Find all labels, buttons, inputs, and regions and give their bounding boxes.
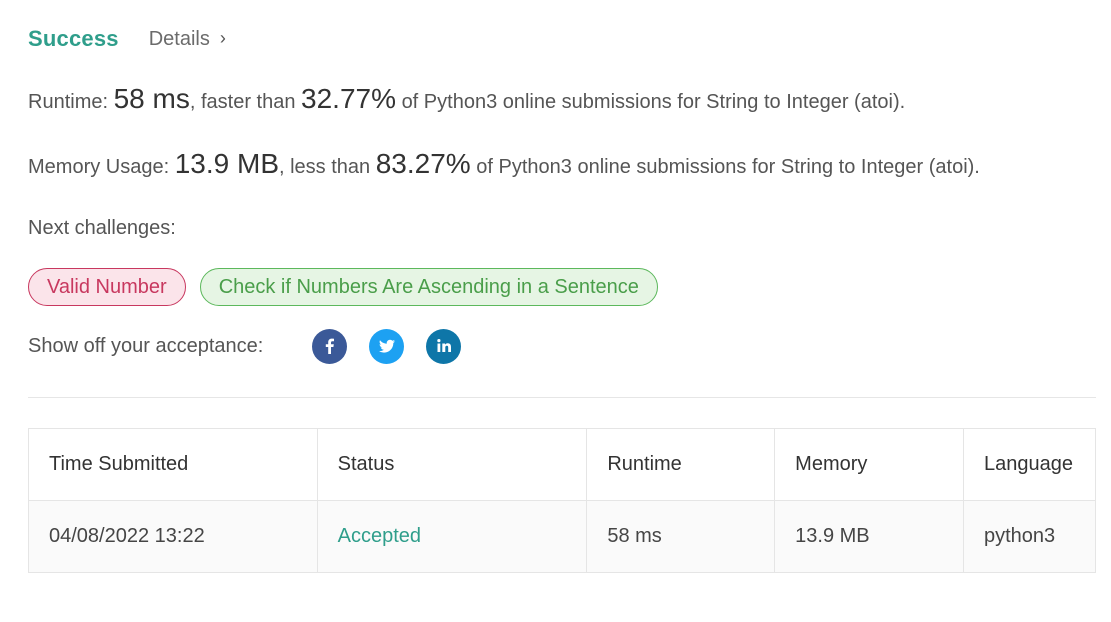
details-label: Details [148,27,210,50]
next-challenges-label: Next challenges: [28,217,176,239]
facebook-icon[interactable] [312,328,347,364]
cell-status: Accepted [316,500,588,573]
table-header-row: Time Submitted Status Runtime Memory Lan… [28,428,1097,501]
chevron-right-icon: › [219,27,226,48]
header-time-submitted: Time Submitted [28,428,318,501]
cell-language: python3 [962,500,1097,573]
memory-comparison: , less than [279,156,371,178]
memory-percent: 83.27% [375,148,471,179]
status-accepted-link[interactable]: Accepted [338,525,421,547]
runtime-suffix: of Python3 online submissions for String… [401,91,906,113]
linkedin-icon[interactable] [426,328,461,364]
challenge-check-numbers-ascending[interactable]: Check if Numbers Are Ascending in a Sent… [199,268,658,306]
runtime-label: Runtime: [28,91,109,113]
share-label: Show off your acceptance: [28,334,264,357]
challenge-valid-number[interactable]: Valid Number [28,268,186,306]
memory-label: Memory Usage: [28,156,170,178]
runtime-value: 58 ms [113,83,190,114]
cell-time-submitted: 04/08/2022 13:22 [28,500,318,573]
runtime-percent: 32.77% [301,83,396,114]
share-row: Show off your acceptance: [28,328,483,364]
cell-runtime: 58 ms [586,500,776,573]
header-status: Status [316,428,588,501]
next-challenges-list: Valid Number Check if Numbers Are Ascend… [28,268,658,306]
memory-value: 13.9 MB [174,148,279,179]
runtime-stat: Runtime: 58 ms, faster than 32.77% of Py… [28,83,905,115]
table-row: 04/08/2022 13:22 Accepted 58 ms 13.9 MB … [28,500,1097,573]
header-language: Language [962,428,1097,501]
submissions-table: Time Submitted Status Runtime Memory Lan… [28,428,1097,573]
details-link[interactable]: Details › [149,28,226,51]
result-header: Success Details › [28,22,226,56]
cell-memory: 13.9 MB [774,500,964,573]
memory-stat: Memory Usage: 13.9 MB, less than 83.27% … [28,148,980,180]
twitter-icon[interactable] [369,328,404,364]
status-title: Success [28,26,119,51]
memory-suffix: of Python3 online submissions for String… [476,156,980,178]
section-divider [28,397,1096,398]
submission-result-page: Success Details › Runtime: 58 ms, faster… [0,0,1111,622]
runtime-comparison: , faster than [189,91,296,113]
header-memory: Memory [774,428,964,501]
header-runtime: Runtime [586,428,776,501]
